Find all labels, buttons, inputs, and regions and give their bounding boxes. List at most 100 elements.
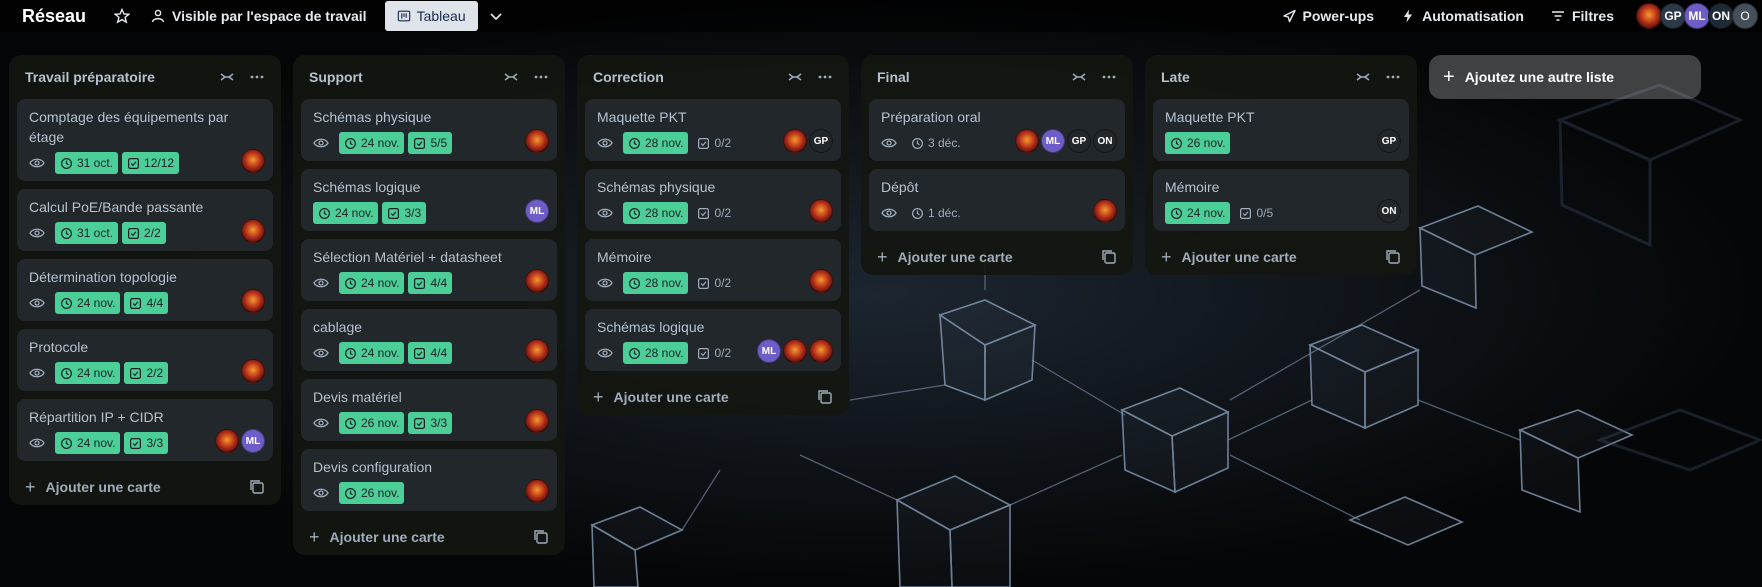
member-avatar-demon[interactable] [241,219,265,243]
due-date-badge[interactable]: 31 oct. [55,222,119,244]
member-avatar-gp[interactable]: GP [1377,129,1401,153]
add-card-button[interactable]: + Ajouter une carte [301,519,557,555]
card[interactable]: Schémas logique 24 nov. 3/3 ML [301,169,557,231]
due-date-badge[interactable]: 28 nov. [623,202,689,224]
member-avatar-ml[interactable]: ML [1684,3,1710,29]
card[interactable]: Préparation oral 3 déc. ML GP ON [869,99,1125,161]
list-title[interactable]: Late [1161,69,1355,85]
filters-button[interactable]: Filtres [1540,2,1624,30]
card[interactable]: Comptage des équipements par étage 31 oct… [17,99,273,181]
card[interactable]: Calcul PoE/Bande passante 31 oct. 2/2 [17,189,273,251]
card-template-icon[interactable] [1101,249,1117,265]
member-avatar-ml[interactable]: ML [1041,129,1065,153]
due-date-badge[interactable]: 24 nov. [55,362,121,384]
card-template-icon[interactable] [817,389,833,405]
add-card-button[interactable]: + Ajouter une carte [585,379,841,415]
due-date-badge[interactable]: 24 nov. [339,132,405,154]
card[interactable]: cablage 24 nov. 4/4 [301,309,557,371]
member-avatar-demon[interactable] [241,359,265,383]
member-avatar-demon[interactable] [783,129,807,153]
add-card-button[interactable]: + Ajouter une carte [17,469,273,505]
card[interactable]: Dépôt 1 déc. [869,169,1125,231]
due-date-badge[interactable]: 24 nov. [1165,202,1231,224]
card[interactable]: Schémas logique 28 nov. 0/2 ML [585,309,841,371]
more-icon[interactable] [249,69,265,85]
member-avatar-ml[interactable]: ML [241,429,265,453]
collapse-icon[interactable] [1071,69,1087,85]
card[interactable]: Mémoire 28 nov. 0/2 [585,239,841,301]
list-title[interactable]: Correction [593,69,787,85]
member-avatar-demon[interactable] [525,409,549,433]
add-list-button[interactable]: + Ajoutez une autre liste [1429,55,1701,99]
star-button[interactable] [104,2,140,30]
automation-button[interactable]: Automatisation [1390,2,1534,30]
member-avatar-ml[interactable]: ML [757,339,781,363]
card[interactable]: Répartition IP + CIDR 24 nov. 3/3 ML [17,399,273,461]
member-avatar-demon[interactable] [809,269,833,293]
card[interactable]: Devis matériel 26 nov. 3/3 [301,379,557,441]
card-template-icon[interactable] [533,529,549,545]
due-date-badge[interactable]: 1 déc. [907,202,965,224]
board-title[interactable]: Réseau [22,6,86,27]
member-avatar-o[interactable]: O [1732,3,1758,29]
collapse-icon[interactable] [219,69,235,85]
list-title[interactable]: Travail préparatoire [25,69,219,85]
member-avatar-demon[interactable] [809,339,833,363]
more-icon[interactable] [1385,69,1401,85]
more-icon[interactable] [1101,69,1117,85]
due-date-badge[interactable]: 28 nov. [623,132,689,154]
collapse-icon[interactable] [1355,69,1371,85]
more-icon[interactable] [817,69,833,85]
member-avatar-gp[interactable]: GP [1067,129,1091,153]
due-date-badge[interactable]: 24 nov. [55,292,121,314]
add-card-button[interactable]: + Ajouter une carte [1153,239,1409,275]
collapse-icon[interactable] [787,69,803,85]
more-icon[interactable] [533,69,549,85]
card[interactable]: Mémoire 24 nov. 0/5 ON [1153,169,1409,231]
member-avatar-on[interactable]: ON [1093,129,1117,153]
member-avatar-ml[interactable]: ML [525,199,549,223]
card[interactable]: Schémas physique 28 nov. 0/2 [585,169,841,231]
due-date-badge[interactable]: 28 nov. [623,272,689,294]
due-date-badge[interactable]: 24 nov. [313,202,379,224]
member-avatar-demon[interactable] [783,339,807,363]
member-avatar-demon[interactable] [525,269,549,293]
due-date-badge[interactable]: 3 déc. [907,132,965,154]
view-menu-button[interactable] [478,2,514,30]
due-date-badge[interactable]: 26 nov. [1165,132,1231,154]
member-avatar-demon[interactable] [525,129,549,153]
member-avatar-demon[interactable] [1636,3,1662,29]
card-template-icon[interactable] [1385,249,1401,265]
member-avatar-demon[interactable] [525,479,549,503]
card[interactable]: Protocole 24 nov. 2/2 [17,329,273,391]
member-avatar-on[interactable]: ON [1377,199,1401,223]
powerups-button[interactable]: Power-ups [1271,2,1385,30]
due-date-badge[interactable]: 24 nov. [339,342,405,364]
due-date-badge[interactable]: 31 oct. [55,152,119,174]
add-card-button[interactable]: + Ajouter une carte [869,239,1125,275]
due-date-badge[interactable]: 24 nov. [55,432,121,454]
view-switcher-board[interactable]: Tableau [384,1,478,31]
member-avatar-demon[interactable] [241,289,265,313]
due-date-badge[interactable]: 28 nov. [623,342,689,364]
visibility-button[interactable]: Visible par l'espace de travail [140,2,377,30]
member-avatar-demon[interactable] [215,429,239,453]
card-template-icon[interactable] [249,479,265,495]
card[interactable]: Devis configuration 26 nov. [301,449,557,511]
card[interactable]: Maquette PKT 26 nov. GP [1153,99,1409,161]
card[interactable]: Sélection Matériel + datasheet 24 nov. 4/4 [301,239,557,301]
card[interactable]: Maquette PKT 28 nov. 0/2 GP [585,99,841,161]
member-avatar-demon[interactable] [809,199,833,223]
list-title[interactable]: Final [877,69,1071,85]
member-avatar-demon[interactable] [1015,129,1039,153]
member-avatar-gp[interactable]: GP [1660,3,1686,29]
member-avatar-demon[interactable] [525,339,549,363]
member-avatar-gp[interactable]: GP [809,129,833,153]
list-title[interactable]: Support [309,69,503,85]
member-avatar-demon[interactable] [1093,199,1117,223]
member-avatar-on[interactable]: ON [1708,3,1734,29]
collapse-icon[interactable] [503,69,519,85]
card[interactable]: Détermination topologie 24 nov. 4/4 [17,259,273,321]
due-date-badge[interactable]: 24 nov. [339,272,405,294]
due-date-badge[interactable]: 26 nov. [339,482,405,504]
